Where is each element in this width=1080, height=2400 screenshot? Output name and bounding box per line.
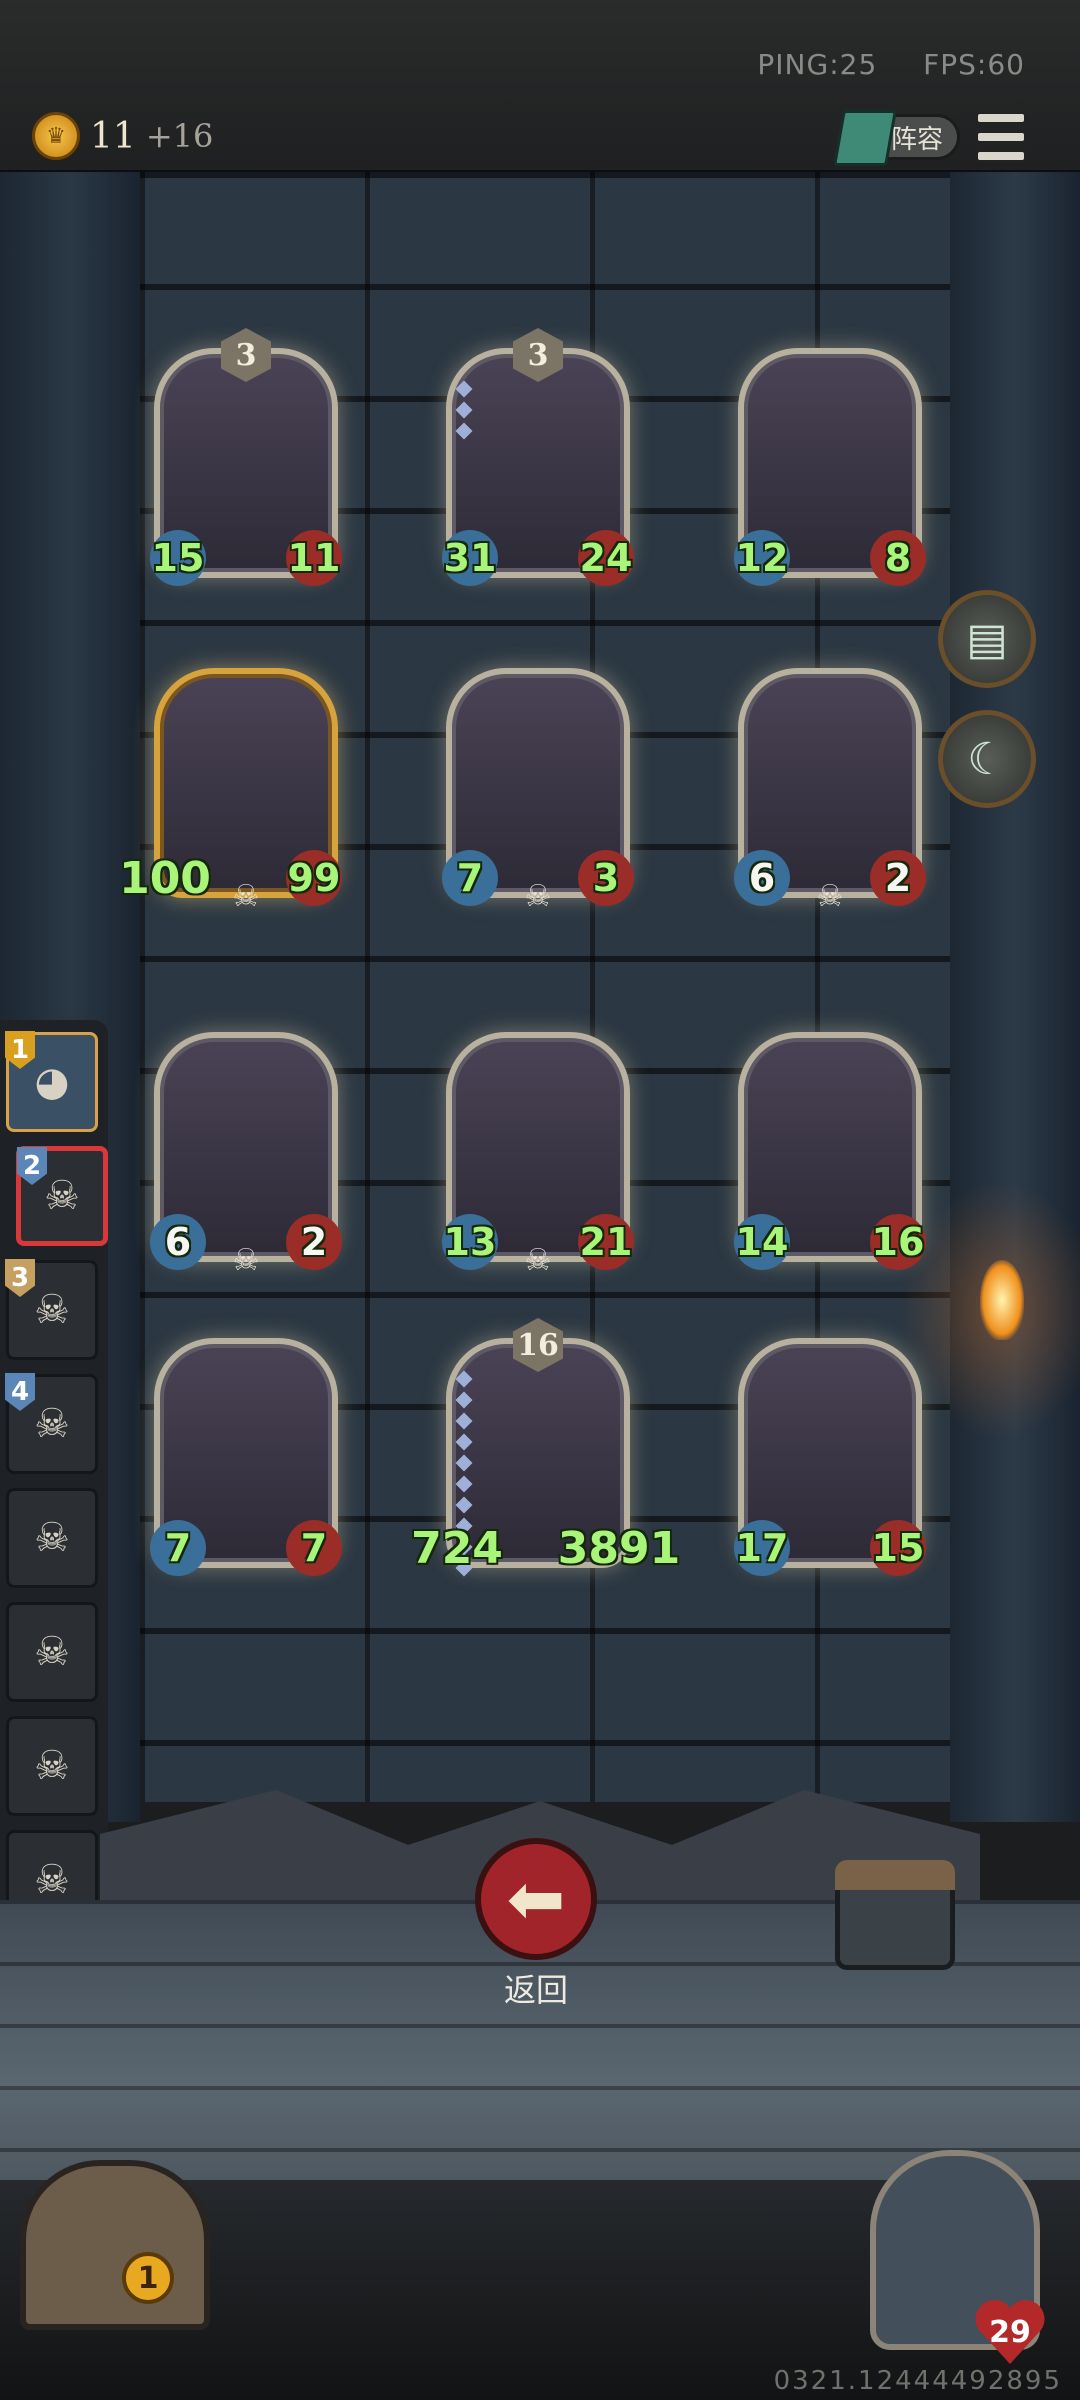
- attack-value: 7: [150, 1520, 206, 1576]
- health-value: 3: [578, 850, 634, 906]
- attack-value: 6: [150, 1214, 206, 1270]
- rank-badge: 3: [5, 1259, 35, 1297]
- skull-icon: ☠: [524, 1243, 552, 1278]
- health-value: 24: [578, 530, 634, 586]
- skull-icon: ☠: [44, 1173, 80, 1219]
- attack-value: 15: [150, 530, 206, 586]
- health-value: 21: [578, 1214, 634, 1270]
- minion-card[interactable]: 6 2 ☠: [734, 668, 926, 914]
- minion-card[interactable]: 3 31 24: [442, 328, 634, 586]
- attack-value: 6: [734, 850, 790, 906]
- attack-value: 724: [411, 1522, 503, 1574]
- door-count-badge: 1: [122, 2252, 174, 2304]
- player-ranking-list: ◕ 1 ☠ 2 ☠ 3 ☠ 4 ☠ ☠ ☠ ☠: [0, 1020, 108, 1948]
- lineup-book-icon[interactable]: [833, 110, 897, 166]
- back-button[interactable]: ⬅: [475, 1838, 597, 1960]
- health-value: 2: [870, 850, 926, 906]
- shop-refresh-icon[interactable]: ▤: [938, 590, 1036, 688]
- arrow-left-icon: ⬅: [506, 1858, 566, 1940]
- player-avatar: ◕: [34, 1059, 70, 1105]
- gold-coin-icon: ♛: [32, 112, 80, 160]
- skull-icon: ☠: [34, 1515, 70, 1561]
- health-value: 8: [870, 530, 926, 586]
- minion-card[interactable]: 3 15 11: [150, 328, 342, 586]
- health-value: 3891: [557, 1522, 681, 1574]
- minion-card[interactable]: 17 15: [734, 1338, 926, 1576]
- skull-icon: ☠: [34, 1857, 70, 1903]
- menu-hamburger-icon[interactable]: [976, 112, 1026, 162]
- player-slot[interactable]: ☠: [6, 1716, 98, 1816]
- player-slot[interactable]: ◕ 1: [5, 1031, 98, 1132]
- minion-card[interactable]: 77: [150, 1338, 342, 1576]
- minion-card[interactable]: 12 8: [734, 348, 926, 586]
- player-slot[interactable]: ☠: [6, 1602, 98, 1702]
- attack-value: 14: [734, 1214, 790, 1270]
- skull-icon: ☠: [34, 1743, 70, 1789]
- gold-counter: ♛ 11 +16: [32, 112, 213, 160]
- skull-icon: ☠: [232, 1243, 260, 1278]
- health-value: 16: [870, 1214, 926, 1270]
- attack-value: 13: [442, 1214, 498, 1270]
- chain-icon: [455, 374, 473, 446]
- attack-value: 12: [734, 530, 790, 586]
- attack-value: 17: [734, 1520, 790, 1576]
- gold-income: +16: [145, 117, 214, 155]
- fps-readout: FPS:60: [923, 48, 1025, 81]
- skull-icon: ☠: [816, 879, 844, 914]
- skull-icon: ☠: [524, 879, 552, 914]
- health-value: 7: [286, 1520, 342, 1576]
- back-label: 返回: [503, 1971, 568, 2009]
- player-slot[interactable]: ☠ 3: [5, 1259, 98, 1360]
- lineup-label: 阵容: [890, 124, 943, 155]
- torch-flame-icon: [980, 1260, 1024, 1340]
- rank-badge: 2: [17, 1147, 47, 1185]
- attack-value: 100: [119, 852, 211, 904]
- minion-card[interactable]: 100 99 ☠: [119, 668, 342, 914]
- minion-card[interactable]: 14 16: [734, 1032, 926, 1270]
- dungeon-door-icon[interactable]: [20, 2160, 210, 2330]
- gold-amount: 11: [90, 115, 136, 157]
- right-pillar: [950, 172, 1080, 1822]
- player-slot[interactable]: ☠ 2: [16, 1146, 108, 1246]
- rank-badge: 1: [5, 1031, 35, 1069]
- chest-lid: [835, 1860, 955, 1890]
- skull-icon: ☠: [34, 1401, 70, 1447]
- skull-icon: ☠: [34, 1287, 70, 1333]
- rank-badge: 4: [5, 1373, 35, 1411]
- player-slot[interactable]: ☠ 4: [5, 1373, 98, 1474]
- attack-value: 7: [442, 850, 498, 906]
- player-slot[interactable]: ☠: [6, 1488, 98, 1588]
- health-value: 99: [286, 850, 342, 906]
- moon-phase-icon[interactable]: ☾: [938, 710, 1036, 808]
- build-id: 0321.12444492895: [773, 2366, 1062, 2396]
- attack-value: 31: [442, 530, 498, 586]
- ping-readout: PING:25: [757, 48, 878, 81]
- minion-card[interactable]: 16 724 3891: [411, 1318, 680, 1577]
- health-value: 15: [870, 1520, 926, 1576]
- minion-card[interactable]: 6 2 ☠: [150, 1032, 342, 1278]
- skull-icon: ☠: [34, 1629, 70, 1675]
- network-stats: PING:25 FPS:60: [721, 48, 1025, 81]
- minion-card[interactable]: 13 21 ☠: [442, 1032, 634, 1278]
- health-value: 11: [286, 530, 342, 586]
- health-value: 2: [286, 1214, 342, 1270]
- skull-icon: ☠: [232, 879, 260, 914]
- minion-card[interactable]: 7 3 ☠: [442, 668, 634, 914]
